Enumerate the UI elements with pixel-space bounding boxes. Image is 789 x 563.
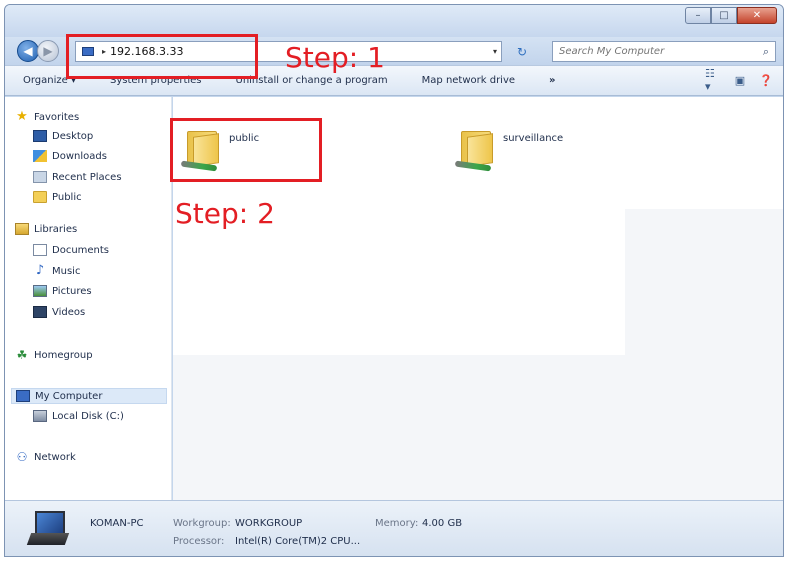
navigation-pane: ★ Favorites Desktop Downloads Recent Plac… bbox=[5, 97, 172, 500]
sidebar-item-label: Videos bbox=[52, 306, 86, 318]
share-item-surveillance[interactable]: surveillance bbox=[454, 121, 564, 195]
videos-icon bbox=[33, 306, 47, 318]
more-commands-button[interactable]: » bbox=[549, 75, 555, 86]
sidebar-item-videos[interactable]: Videos bbox=[33, 304, 85, 320]
homegroup-icon: ☘ bbox=[16, 348, 28, 362]
item-label: surveillance bbox=[503, 133, 564, 144]
libraries-icon bbox=[15, 223, 29, 235]
star-icon: ★ bbox=[16, 109, 28, 124]
sidebar-item-label: Homegroup bbox=[34, 349, 93, 361]
sidebar-item-homegroup[interactable]: ☘ Homegroup bbox=[15, 347, 93, 363]
workgroup-value: WORKGROUP bbox=[235, 518, 303, 529]
sidebar-item-favorites[interactable]: ★ Favorites bbox=[15, 109, 79, 125]
music-icon: ♪ bbox=[35, 263, 45, 278]
sidebar-item-label: Local Disk (C:) bbox=[52, 410, 124, 422]
items-panel-strip bbox=[625, 97, 783, 209]
sidebar-item-label: Desktop bbox=[52, 130, 94, 142]
uninstall-program-button[interactable]: Uninstall or change a program bbox=[236, 75, 388, 86]
pictures-icon bbox=[33, 285, 47, 297]
downloads-icon bbox=[33, 150, 47, 162]
title-bar[interactable]: – □ ✕ bbox=[5, 5, 783, 37]
sidebar-item-label: Public bbox=[52, 191, 82, 203]
step1-highlight-box bbox=[66, 34, 258, 79]
forward-button[interactable]: ▶ bbox=[37, 40, 59, 62]
memory-label: Memory: bbox=[375, 518, 419, 529]
step1-annotation: Step: 1 bbox=[285, 41, 385, 74]
sidebar-item-music[interactable]: ♪ Music bbox=[33, 263, 81, 279]
disk-drive-icon bbox=[33, 410, 47, 422]
sidebar-item-documents[interactable]: Documents bbox=[33, 242, 109, 258]
sidebar-item-public[interactable]: Public bbox=[33, 189, 82, 205]
network-share-folder-icon bbox=[454, 129, 499, 173]
explorer-window: – □ ✕ ◀ ▶ ▸ 192.168.3.33 ▾ ↻ ⌕ Organize … bbox=[4, 4, 784, 557]
sidebar-item-network[interactable]: ⚇ Network bbox=[15, 449, 76, 465]
step2-annotation: Step: 2 bbox=[175, 197, 275, 230]
memory-value: 4.00 GB bbox=[422, 518, 463, 529]
sidebar-item-label: Favorites bbox=[34, 111, 80, 123]
sidebar-item-libraries[interactable]: Libraries bbox=[15, 221, 77, 237]
network-icon: ⚇ bbox=[16, 450, 28, 464]
window-controls: – □ ✕ bbox=[685, 7, 777, 24]
view-controls: ☷ ▾ ▣ ❓ bbox=[697, 67, 775, 93]
maximize-button[interactable]: □ bbox=[711, 7, 737, 24]
change-view-icon[interactable]: ☷ ▾ bbox=[705, 67, 723, 93]
details-pane: KOMAN-PC Workgroup: WORKGROUP Memory: 4.… bbox=[5, 500, 783, 556]
sidebar-item-label: Recent Places bbox=[52, 171, 122, 183]
computer-icon bbox=[16, 390, 30, 402]
processor-label: Processor: bbox=[173, 536, 225, 547]
address-dropdown-icon[interactable]: ▾ bbox=[489, 47, 501, 56]
sidebar-item-my-computer[interactable]: My Computer bbox=[11, 388, 167, 404]
sidebar-item-local-disk[interactable]: Local Disk (C:) bbox=[33, 408, 124, 424]
help-icon[interactable]: ❓ bbox=[757, 72, 775, 88]
step2-highlight-box bbox=[170, 118, 322, 182]
sidebar-item-pictures[interactable]: Pictures bbox=[33, 283, 92, 299]
refresh-icon[interactable]: ↻ bbox=[512, 41, 532, 62]
documents-icon bbox=[33, 244, 47, 256]
sidebar-item-recent-places[interactable]: Recent Places bbox=[33, 169, 122, 185]
preview-pane-icon[interactable]: ▣ bbox=[731, 72, 749, 88]
search-icon[interactable]: ⌕ bbox=[763, 45, 769, 59]
close-button[interactable]: ✕ bbox=[737, 7, 777, 24]
map-network-drive-button[interactable]: Map network drive bbox=[422, 75, 515, 86]
back-button[interactable]: ◀ bbox=[17, 40, 39, 62]
computer-icon bbox=[26, 511, 70, 545]
sidebar-item-label: Music bbox=[52, 265, 81, 277]
computer-name: KOMAN-PC bbox=[90, 518, 144, 529]
folder-icon bbox=[33, 191, 47, 203]
sidebar-item-desktop[interactable]: Desktop bbox=[33, 128, 93, 144]
recent-places-icon bbox=[33, 171, 47, 183]
sidebar-item-downloads[interactable]: Downloads bbox=[33, 148, 107, 164]
sidebar-item-label: Libraries bbox=[34, 223, 78, 235]
sidebar-item-label: Network bbox=[34, 451, 76, 463]
desktop-icon bbox=[33, 130, 47, 142]
search-box[interactable]: ⌕ bbox=[552, 41, 776, 62]
sidebar-item-label: Documents bbox=[52, 244, 110, 256]
workgroup-label: Workgroup: bbox=[173, 518, 231, 529]
sidebar-item-label: Pictures bbox=[52, 285, 92, 297]
sidebar-item-label: Downloads bbox=[52, 150, 107, 162]
minimize-button[interactable]: – bbox=[685, 7, 711, 24]
processor-value: Intel(R) Core(TM)2 CPU... bbox=[235, 536, 361, 547]
sidebar-item-label: My Computer bbox=[35, 390, 103, 402]
search-input[interactable] bbox=[559, 46, 763, 57]
